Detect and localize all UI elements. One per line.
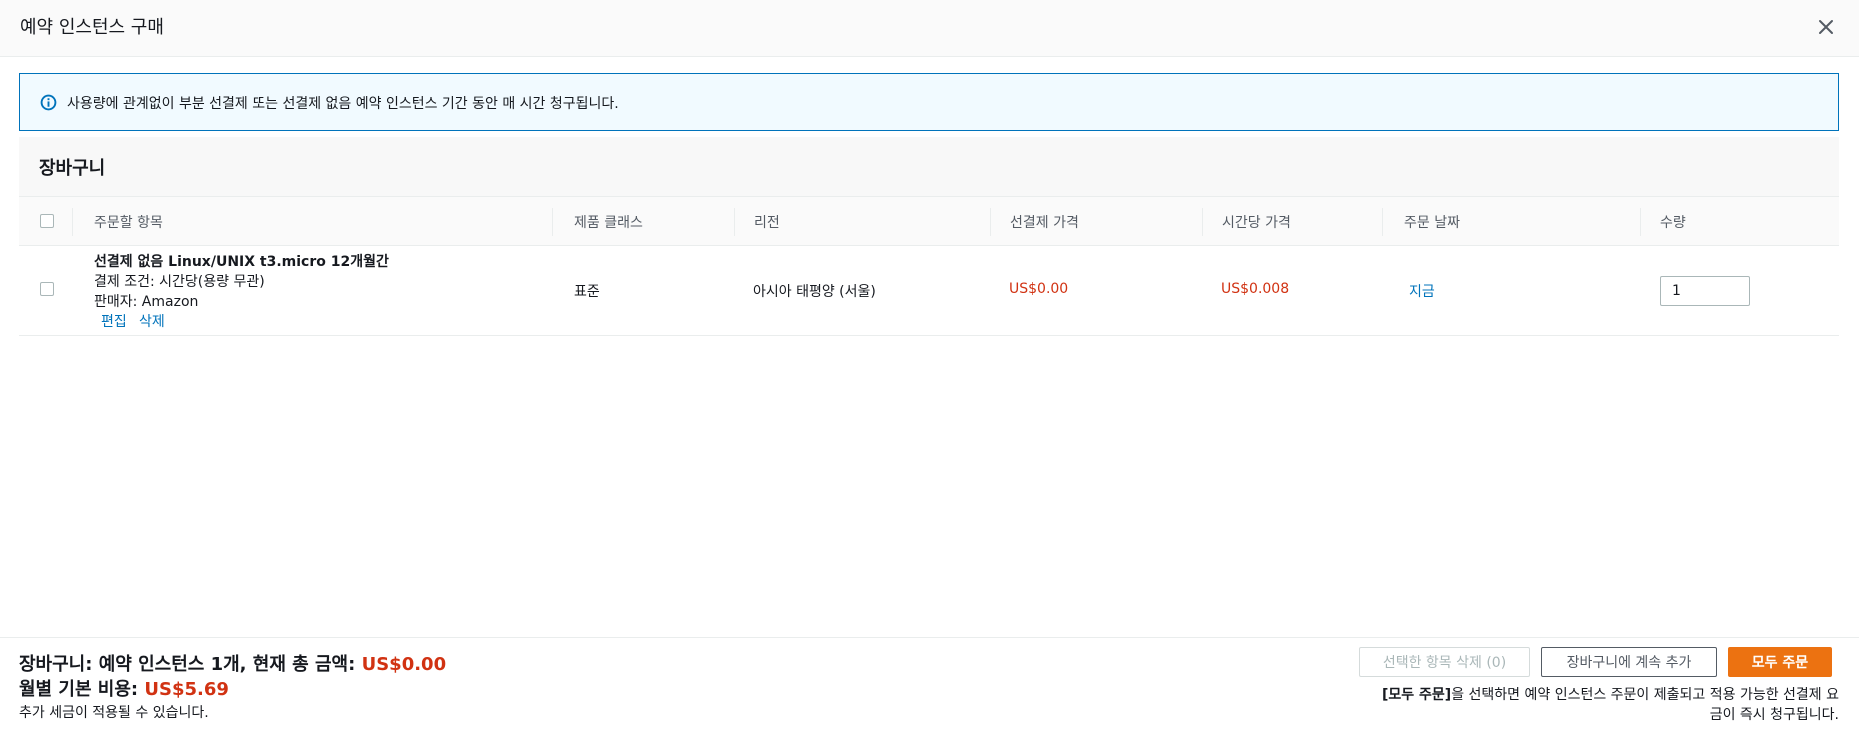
- row-checkbox[interactable]: [40, 282, 54, 296]
- info-alert-text: 사용량에 관계없이 부분 선결제 또는 선결제 없음 예약 인스턴스 기간 동안…: [67, 96, 619, 112]
- order-all-button[interactable]: 모두 주문: [1728, 647, 1832, 677]
- monthly-cost-amount: US$5.69: [144, 679, 229, 700]
- cart-summary-amount: US$0.00: [361, 654, 447, 675]
- column-header-upfront-price[interactable]: 선결제 가격: [1010, 212, 1079, 232]
- region-value: 아시아 태평양 (서울): [753, 284, 876, 300]
- column-divider: [72, 208, 73, 236]
- modal-header: 예약 인스턴스 구매: [0, 0, 1859, 57]
- item-title: 선결제 없음 Linux/UNIX t3.micro 12개월간: [94, 254, 389, 270]
- table-row: 선결제 없음 Linux/UNIX t3.micro 12개월간 결제 조건: …: [19, 246, 1839, 336]
- order-note-bold: [모두 주문]: [1381, 687, 1452, 703]
- close-icon[interactable]: [1815, 16, 1837, 38]
- column-divider: [552, 208, 553, 236]
- modal-title: 예약 인스턴스 구매: [20, 17, 164, 38]
- delete-link[interactable]: 삭제: [139, 311, 165, 331]
- column-divider: [1640, 208, 1641, 236]
- column-header-item[interactable]: 주문할 항목: [94, 212, 163, 232]
- item-payment-terms: 결제 조건: 시간당(용량 무관): [94, 274, 265, 290]
- cart-summary-label: 장바구니: 예약 인스턴스 1개, 현재 총 금액:: [19, 654, 362, 675]
- column-divider: [990, 208, 991, 236]
- order-date-link[interactable]: 지금: [1409, 281, 1435, 301]
- monthly-cost: 월별 기본 비용: US$5.69: [19, 675, 229, 701]
- info-icon: [40, 94, 57, 111]
- upfront-price-value: US$0.00: [1009, 281, 1069, 297]
- column-divider: [1382, 208, 1383, 236]
- order-note: [모두 주문]을 선택하면 예약 인스턴스 주문이 제출되고 적용 가능한 선결…: [1379, 685, 1839, 725]
- hourly-price-value: US$0.008: [1221, 281, 1290, 297]
- cart-panel-header: 장바구니: [19, 137, 1839, 197]
- column-header-order-date[interactable]: 주문 날짜: [1404, 212, 1460, 232]
- item-seller: 판매자: Amazon: [94, 294, 199, 310]
- monthly-cost-label: 월별 기본 비용:: [19, 679, 145, 700]
- column-header-region[interactable]: 리전: [754, 212, 780, 232]
- info-alert: 사용량에 관계없이 부분 선결제 또는 선결제 없음 예약 인스턴스 기간 동안…: [19, 73, 1839, 131]
- select-all-checkbox[interactable]: [40, 214, 54, 228]
- cart-summary: 장바구니: 예약 인스턴스 1개, 현재 총 금액: US$0.00: [19, 650, 446, 676]
- tax-note: 추가 세금이 적용될 수 있습니다.: [19, 705, 209, 721]
- column-header-hourly-price[interactable]: 시간당 가격: [1222, 212, 1291, 232]
- order-note-text: 을 선택하면 예약 인스턴스 주문이 제출되고 적용 가능한 선결제 요금이 즉…: [1451, 687, 1839, 723]
- continue-adding-button[interactable]: 장바구니에 계속 추가: [1541, 647, 1717, 677]
- product-class-value: 표준: [574, 284, 600, 300]
- column-divider: [734, 208, 735, 236]
- delete-selected-button[interactable]: 선택한 항목 삭제 (0): [1359, 647, 1530, 677]
- quantity-input[interactable]: [1660, 276, 1750, 306]
- column-divider: [1202, 208, 1203, 236]
- cart-title: 장바구니: [39, 158, 106, 179]
- modal-footer: 장바구니: 예약 인스턴스 1개, 현재 총 금액: US$0.00 월별 기본…: [0, 637, 1859, 738]
- column-header-quantity[interactable]: 수량: [1660, 212, 1686, 232]
- edit-link[interactable]: 편집: [101, 311, 127, 331]
- table-header: 주문할 항목 제품 클래스 리전 선결제 가격 시간당 가격 주문 날짜 수량: [19, 197, 1839, 246]
- column-header-product-class[interactable]: 제품 클래스: [574, 212, 643, 232]
